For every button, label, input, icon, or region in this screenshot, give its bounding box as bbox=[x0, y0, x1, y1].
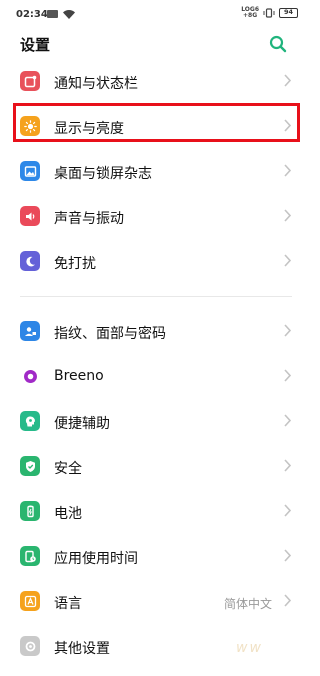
moon-icon bbox=[20, 251, 40, 271]
settings-item-label: 桌面与锁屏杂志 bbox=[54, 166, 152, 182]
chevron-right-icon bbox=[284, 254, 292, 267]
chevron-right-icon bbox=[284, 209, 292, 222]
settings-item-biometrics[interactable]: 指纹、面部与密码 bbox=[0, 309, 312, 353]
settings-item-label: 电池 bbox=[54, 506, 82, 522]
settings-item-label: 应用使用时间 bbox=[54, 551, 138, 567]
network-indicator: LOG6 +8G bbox=[241, 6, 259, 19]
settings-item-label: Breeno bbox=[54, 368, 104, 384]
language-value: 简体中文 bbox=[223, 597, 272, 611]
chevron-right-icon bbox=[284, 504, 292, 517]
page-title: 设置 bbox=[20, 36, 51, 54]
vibrate-icon bbox=[263, 8, 275, 18]
settings-item-battery[interactable]: 电池 bbox=[0, 489, 312, 533]
settings-item-security[interactable]: 安全 bbox=[0, 444, 312, 488]
settings-item-label: 指纹、面部与密码 bbox=[54, 326, 166, 342]
chevron-right-icon bbox=[284, 549, 292, 562]
settings-item-label: 便捷辅助 bbox=[54, 416, 110, 432]
battery-indicator: 94 bbox=[279, 8, 298, 18]
chevron-right-icon bbox=[284, 459, 292, 472]
chevron-right-icon bbox=[284, 594, 292, 607]
wifi-icon bbox=[63, 10, 75, 19]
picture-icon bbox=[20, 161, 40, 181]
settings-item-dnd[interactable]: 免打扰 bbox=[0, 239, 312, 283]
settings-item-sound[interactable]: 声音与振动 bbox=[0, 194, 312, 238]
settings-item-desktop[interactable]: 桌面与锁屏杂志 bbox=[0, 149, 312, 193]
chevron-right-icon bbox=[284, 164, 292, 177]
settings-item-language[interactable]: 语言 简体中文 bbox=[0, 579, 312, 623]
settings-item-other[interactable]: 其他设置 bbox=[0, 624, 312, 668]
highlight-box bbox=[13, 103, 300, 142]
settings-item-label: 声音与振动 bbox=[54, 211, 124, 227]
chevron-right-icon bbox=[284, 414, 292, 427]
language-icon bbox=[20, 591, 40, 611]
settings-item-breeno[interactable]: Breeno bbox=[0, 354, 312, 398]
app-time-icon bbox=[20, 546, 40, 566]
section-divider bbox=[20, 296, 292, 297]
settings-item-label: 语言 bbox=[54, 596, 82, 612]
settings-item-label: 其他设置 bbox=[54, 641, 110, 657]
message-icon bbox=[47, 10, 58, 18]
shield-icon bbox=[20, 456, 40, 476]
search-icon[interactable] bbox=[268, 34, 288, 54]
status-time: 02:34 bbox=[16, 9, 48, 20]
settings-item-notifications[interactable]: 通知与状态栏 bbox=[0, 59, 312, 103]
settings-item-label: 通知与状态栏 bbox=[54, 76, 138, 92]
status-bar: 02:34 LOG6 +8G 94 bbox=[0, 0, 312, 30]
settings-item-accessibility[interactable]: 便捷辅助 bbox=[0, 399, 312, 443]
breeno-icon bbox=[20, 366, 40, 386]
chevron-right-icon bbox=[284, 74, 292, 87]
speaker-icon bbox=[20, 206, 40, 226]
chevron-right-icon bbox=[284, 369, 292, 382]
chevron-right-icon bbox=[284, 324, 292, 337]
notification-icon bbox=[20, 71, 40, 91]
battery-icon bbox=[20, 501, 40, 521]
user-lock-icon bbox=[20, 321, 40, 341]
settings-item-label: 免打扰 bbox=[54, 256, 96, 272]
settings-item-label: 安全 bbox=[54, 461, 82, 477]
accessibility-icon bbox=[20, 411, 40, 431]
gear-icon bbox=[20, 636, 40, 656]
settings-item-screen-time[interactable]: 应用使用时间 bbox=[0, 534, 312, 578]
watermark: ww bbox=[236, 640, 263, 656]
